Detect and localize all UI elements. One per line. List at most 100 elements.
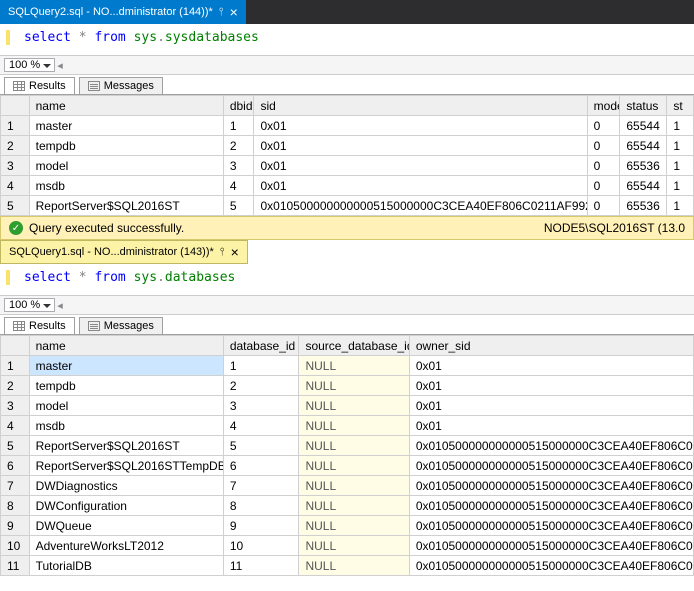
cell[interactable]: NULL <box>299 556 409 576</box>
zoom-dropdown[interactable]: 100 % <box>4 298 55 312</box>
cell[interactable]: DWQueue <box>29 516 223 536</box>
cell[interactable]: 0x010500000000000515000000C3CEA40EF806C0… <box>409 476 693 496</box>
cell[interactable]: NULL <box>299 396 409 416</box>
table-row[interactable]: 2tempdb20x010655441 <box>1 136 694 156</box>
cell[interactable]: DWConfiguration <box>29 496 223 516</box>
results-grid-bottom[interactable]: namedatabase_idsource_database_idowner_s… <box>0 335 694 576</box>
cell[interactable]: NULL <box>299 536 409 556</box>
cell[interactable]: 0 <box>587 196 620 216</box>
row-number[interactable]: 4 <box>1 176 30 196</box>
cell[interactable]: 10 <box>223 536 299 556</box>
cell[interactable]: 65536 <box>620 156 667 176</box>
cell[interactable]: 65544 <box>620 176 667 196</box>
table-row[interactable]: 8DWConfiguration8NULL0x01050000000000051… <box>1 496 694 516</box>
cell[interactable]: 0x010500000000000515000000C3CEA40EF806C0… <box>409 516 693 536</box>
cell[interactable]: tempdb <box>29 136 223 156</box>
cell[interactable]: ReportServer$SQL2016STTempDB <box>29 456 223 476</box>
row-number[interactable]: 2 <box>1 376 30 396</box>
cell[interactable]: master <box>29 356 223 376</box>
cell[interactable]: 1 <box>667 196 694 216</box>
row-number[interactable]: 7 <box>1 476 30 496</box>
cell[interactable]: 5 <box>223 436 299 456</box>
column-header[interactable]: dbid <box>223 96 254 116</box>
cell[interactable]: NULL <box>299 496 409 516</box>
cell[interactable]: 0x01 <box>254 156 587 176</box>
close-icon[interactable]: × <box>230 7 238 17</box>
cell[interactable]: 0x01 <box>409 376 693 396</box>
table-row[interactable]: 10AdventureWorksLT201210NULL0x0105000000… <box>1 536 694 556</box>
sql-text[interactable]: select * from sys.databases <box>24 270 235 285</box>
cell[interactable]: 0 <box>587 156 620 176</box>
row-number[interactable]: 1 <box>1 116 30 136</box>
cell[interactable]: model <box>29 156 223 176</box>
cell[interactable]: 65544 <box>620 116 667 136</box>
cell[interactable]: 2 <box>223 136 254 156</box>
cell[interactable]: NULL <box>299 436 409 456</box>
table-row[interactable]: 7DWDiagnostics7NULL0x0105000000000005150… <box>1 476 694 496</box>
cell[interactable]: NULL <box>299 456 409 476</box>
cell[interactable]: 5 <box>223 196 254 216</box>
cell[interactable]: 0x010500000000000515000000C3CEA40EF806C0… <box>409 536 693 556</box>
chevron-left-icon[interactable]: ◂ <box>57 59 63 72</box>
cell[interactable]: 0 <box>587 176 620 196</box>
column-header[interactable]: st <box>667 96 694 116</box>
cell[interactable]: 65544 <box>620 136 667 156</box>
table-row[interactable]: 5ReportServer$SQL2016ST5NULL0x0105000000… <box>1 436 694 456</box>
cell[interactable]: 1 <box>223 356 299 376</box>
cell[interactable]: 0x01 <box>254 116 587 136</box>
cell[interactable]: msdb <box>29 176 223 196</box>
cell[interactable]: ReportServer$SQL2016ST <box>29 436 223 456</box>
column-header[interactable] <box>1 336 30 356</box>
row-number[interactable]: 9 <box>1 516 30 536</box>
cell[interactable]: 1 <box>667 176 694 196</box>
cell[interactable]: NULL <box>299 476 409 496</box>
cell[interactable]: master <box>29 116 223 136</box>
table-row[interactable]: 5ReportServer$SQL2016ST50x01050000000000… <box>1 196 694 216</box>
row-number[interactable]: 5 <box>1 436 30 456</box>
table-row[interactable]: 3model3NULL0x01 <box>1 396 694 416</box>
column-header[interactable]: owner_sid <box>409 336 693 356</box>
cell[interactable]: 1 <box>667 136 694 156</box>
row-number[interactable]: 4 <box>1 416 30 436</box>
table-row[interactable]: 6ReportServer$SQL2016STTempDB6NULL0x0105… <box>1 456 694 476</box>
cell[interactable]: 8 <box>223 496 299 516</box>
row-number[interactable]: 11 <box>1 556 30 576</box>
cell[interactable]: AdventureWorksLT2012 <box>29 536 223 556</box>
cell[interactable]: 0x01 <box>254 136 587 156</box>
row-number[interactable]: 1 <box>1 356 30 376</box>
table-row[interactable]: 11TutorialDB11NULL0x01050000000000051500… <box>1 556 694 576</box>
cell[interactable]: 9 <box>223 516 299 536</box>
cell[interactable]: 1 <box>667 156 694 176</box>
cell[interactable]: 0x01 <box>254 176 587 196</box>
tab-messages[interactable]: Messages <box>79 317 163 334</box>
tab-results[interactable]: Results <box>4 317 75 334</box>
cell[interactable]: 0x01 <box>409 396 693 416</box>
cell[interactable]: 0 <box>587 116 620 136</box>
cell[interactable]: model <box>29 396 223 416</box>
row-number[interactable]: 3 <box>1 396 30 416</box>
sql-editor-bottom[interactable]: select * from sys.databases <box>0 264 694 295</box>
pin-icon[interactable]: ⫯ <box>219 6 224 19</box>
cell[interactable]: NULL <box>299 356 409 376</box>
cell[interactable]: 0x01 <box>409 416 693 436</box>
column-header[interactable]: status <box>620 96 667 116</box>
column-header[interactable]: sid <box>254 96 587 116</box>
close-icon[interactable]: × <box>231 247 239 257</box>
cell[interactable]: NULL <box>299 376 409 396</box>
pin-icon[interactable]: ⫯ <box>220 246 225 259</box>
cell[interactable]: 2 <box>223 376 299 396</box>
zoom-dropdown[interactable]: 100 % <box>4 58 55 72</box>
cell[interactable]: 0x010500000000000515000000C3CEA40EF806C0… <box>254 196 587 216</box>
cell[interactable]: 1 <box>667 116 694 136</box>
cell[interactable]: DWDiagnostics <box>29 476 223 496</box>
cell[interactable]: tempdb <box>29 376 223 396</box>
cell[interactable]: NULL <box>299 516 409 536</box>
cell[interactable]: TutorialDB <box>29 556 223 576</box>
row-number[interactable]: 3 <box>1 156 30 176</box>
cell[interactable]: 4 <box>223 176 254 196</box>
editor-tab-sqlquery1[interactable]: SQLQuery1.sql - NO...dministrator (143))… <box>0 240 248 264</box>
tab-results[interactable]: Results <box>4 77 75 94</box>
cell[interactable]: ReportServer$SQL2016ST <box>29 196 223 216</box>
table-row[interactable]: 3model30x010655361 <box>1 156 694 176</box>
cell[interactable]: 3 <box>223 156 254 176</box>
